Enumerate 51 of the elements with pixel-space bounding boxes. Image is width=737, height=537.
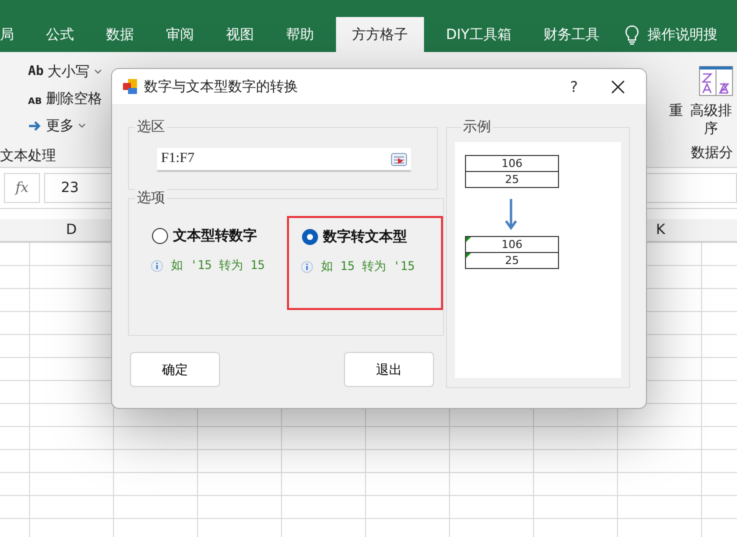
- group-label: 选区: [136, 118, 166, 136]
- delete-space-icon: AB: [28, 90, 42, 106]
- dialog-button[interactable]: 确定: [130, 352, 220, 387]
- ribbon-tab[interactable]: 数据: [90, 17, 150, 52]
- arrow-down-icon: [505, 198, 517, 230]
- group-label: 文本处理: [0, 147, 57, 165]
- radio-button[interactable]: [151, 227, 169, 245]
- insert-function-button[interactable]: fx: [4, 173, 40, 203]
- ribbon-command[interactable]: 重: [669, 102, 683, 120]
- help-button[interactable]: ?: [554, 76, 594, 96]
- ribbon-tab[interactable]: 审阅: [150, 17, 210, 52]
- lightbulb-icon: [625, 24, 640, 44]
- group-label: 选项: [135, 189, 167, 207]
- ribbon-tab[interactable]: 帮助: [270, 17, 330, 52]
- ribbon-command[interactable]: 大小写: [48, 62, 90, 80]
- radio-label[interactable]: 文本型转数字: [173, 227, 257, 245]
- dialog-button[interactable]: 退出: [344, 352, 434, 387]
- ribbon-tab[interactable]: 方方格子: [336, 17, 424, 52]
- close-icon: [611, 80, 625, 94]
- column-header[interactable]: D: [66, 222, 77, 238]
- ribbon-tab[interactable]: DIY工具箱: [430, 17, 528, 52]
- dropdown-caret-icon: [94, 69, 102, 74]
- case-icon: Ab: [28, 64, 44, 79]
- radio-label[interactable]: 数字转文本型: [323, 228, 407, 246]
- ribbon-command[interactable]: 删除空格: [46, 90, 102, 108]
- dropdown-caret-icon: [78, 123, 86, 128]
- ribbon-command[interactable]: 更多: [46, 116, 74, 134]
- example-cell: 25: [466, 252, 558, 268]
- group-label: 示例: [462, 118, 492, 136]
- hint-text: 如 '15 转为 15: [171, 257, 265, 274]
- example-cell: 25: [466, 171, 558, 187]
- example-cell: 106: [466, 237, 558, 252]
- column-header[interactable]: K: [656, 222, 666, 238]
- radio-button[interactable]: [301, 228, 319, 246]
- range-field[interactable]: F1:F7: [157, 148, 411, 172]
- ribbon-tab[interactable]: 局: [0, 17, 30, 52]
- group-label: 数据分: [691, 144, 733, 162]
- ribbon-tab[interactable]: 公式: [30, 17, 90, 52]
- ribbon-command[interactable]: 高级排序: [689, 102, 733, 138]
- example-cell-text: 106: [500, 156, 524, 171]
- arrow-right-icon: [28, 120, 42, 132]
- sort-az-icon: [699, 66, 733, 96]
- info-icon: [151, 260, 163, 272]
- ribbon-tab[interactable]: 财务工具: [527, 17, 616, 52]
- tell-me-search[interactable]: 操作说明搜: [647, 26, 718, 44]
- range-picker-icon[interactable]: [391, 152, 407, 166]
- app-icon: [122, 78, 138, 94]
- dialog-title: 数字与文本型数字的转换: [144, 78, 299, 96]
- hint-text: 如 15 转为 '15: [321, 258, 415, 275]
- ribbon-tab[interactable]: 视图: [210, 17, 270, 52]
- info-icon: [301, 260, 313, 272]
